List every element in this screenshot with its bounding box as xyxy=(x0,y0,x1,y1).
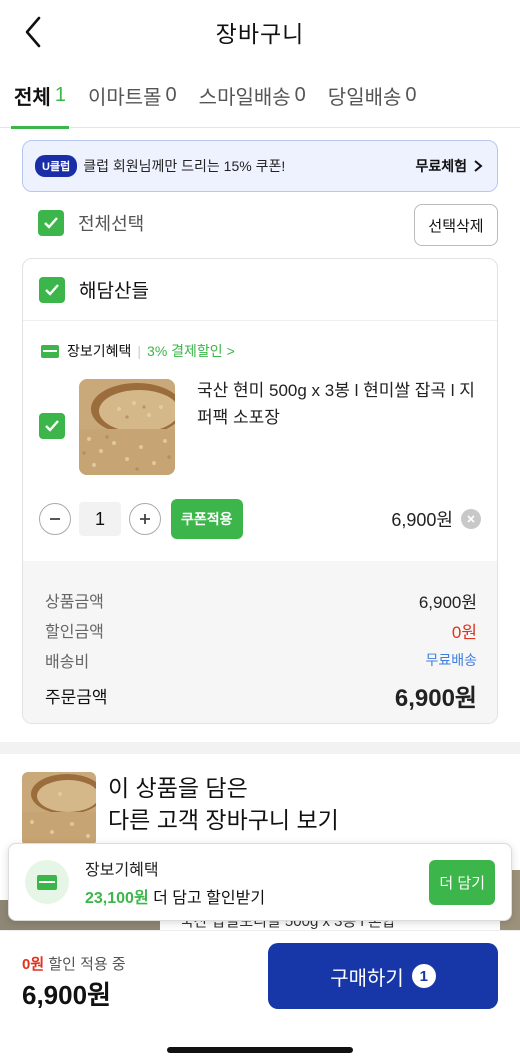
tab-smile-delivery[interactable]: 스마일배송 0 xyxy=(199,64,306,128)
tab-label: 이마트몰 xyxy=(87,87,162,109)
summary-value: 0원 xyxy=(451,622,477,642)
check-icon xyxy=(45,420,59,432)
discount-applied-label: 할인 적용 중 xyxy=(48,956,126,973)
quantity-value[interactable]: 1 xyxy=(79,502,121,536)
add-more-button[interactable]: 더 담기 xyxy=(429,859,495,905)
uclub-coupon-banner[interactable]: U클럽 클럽 회원님께만 드리는 15% 쿠폰! 무료체험 xyxy=(22,140,498,192)
order-summary: 상품금액 6,900원 할인금액 0원 배송비 무료배송 주문금액 6,900원 xyxy=(23,561,497,723)
toast-title: 장보기혜택 xyxy=(85,862,159,879)
product-price-group: 6,900원 xyxy=(391,506,481,532)
toast-amount: 23,100원 xyxy=(85,890,149,907)
summary-product-amount: 상품금액 6,900원 xyxy=(45,585,477,615)
banner-text: 클럽 회원님께만 드리는 15% 쿠폰! xyxy=(83,158,286,174)
summary-label: 배송비 xyxy=(45,654,90,671)
divider: | xyxy=(137,343,142,359)
tab-all[interactable]: 전체 1 xyxy=(11,64,69,129)
store-checkbox[interactable] xyxy=(39,276,65,303)
free-trial-label: 무료체험 xyxy=(415,158,467,174)
page-title: 장바구니 xyxy=(215,21,305,47)
benefit-row: 장보기혜택 | 3% 결제할인 > xyxy=(41,341,235,361)
store-header: 해담산들 xyxy=(23,259,497,321)
uclub-badge: U클럽 xyxy=(35,155,78,177)
quantity-row: 1 쿠폰적용 6,900원 xyxy=(39,499,481,539)
tab-count: 0 xyxy=(294,84,306,106)
summary-discount: 할인금액 0원 xyxy=(45,615,477,645)
recommendation-title: 이 상품을 담은 다른 고객 장바구니 보기 xyxy=(108,772,339,846)
tab-label: 전체 xyxy=(14,87,51,109)
summary-label: 주문금액 xyxy=(45,687,108,707)
decrease-quantity-button[interactable] xyxy=(39,503,71,535)
chevron-left-icon xyxy=(25,16,41,48)
checkout-bar: 0원 할인 적용 중 6,900원 구매하기 1 xyxy=(0,930,520,1063)
remove-item-button[interactable] xyxy=(461,509,481,529)
tab-count: 1 xyxy=(54,84,66,106)
payment-discount-link[interactable]: 3% 결제할인 > xyxy=(147,341,235,361)
delete-selected-button[interactable]: 선택삭제 xyxy=(414,204,498,246)
tab-emart-mall[interactable]: 이마트몰 0 xyxy=(88,64,177,128)
tab-bar: 전체 1 이마트몰 0 스마일배송 0 당일배송 0 xyxy=(0,64,520,129)
summary-label: 상품금액 xyxy=(45,594,104,611)
discount-status: 0원 할인 적용 중 xyxy=(22,953,126,974)
summary-value: 무료배송 xyxy=(425,652,477,668)
free-trial-link[interactable]: 무료체험 xyxy=(415,156,485,176)
summary-value: 6,900원 xyxy=(418,592,477,612)
tab-count: 0 xyxy=(405,84,417,106)
check-icon xyxy=(44,217,58,229)
recommendation-title-line2: 다른 고객 장바구니 보기 xyxy=(108,807,339,833)
plus-icon xyxy=(140,514,150,524)
select-all-row: 전체선택 xyxy=(38,210,144,236)
wallet-icon xyxy=(41,344,59,358)
recommendation-title-line1: 이 상품을 담은 xyxy=(108,775,248,801)
checkout-total: 6,900원 xyxy=(22,980,111,1010)
back-button[interactable] xyxy=(18,14,48,50)
toast-message: 23,100원 더 담고 할인받기 xyxy=(85,884,429,908)
top-bar: 장바구니 xyxy=(0,0,520,64)
purchase-count-badge: 1 xyxy=(411,964,436,988)
check-icon xyxy=(45,283,59,296)
benefit-toast: 장보기혜택 23,100원 더 담고 할인받기 더 담기 xyxy=(8,843,512,921)
summary-value: 6,900원 xyxy=(394,684,477,712)
discount-applied-value: 0원 xyxy=(22,956,45,973)
tab-label: 스마일배송 xyxy=(198,87,291,109)
increase-quantity-button[interactable] xyxy=(129,503,161,535)
apply-coupon-button[interactable]: 쿠폰적용 xyxy=(171,499,243,539)
section-divider xyxy=(0,742,520,754)
wallet-icon xyxy=(25,860,69,904)
recommendation-header[interactable]: 이 상품을 담은 다른 고객 장바구니 보기 xyxy=(22,772,339,846)
toast-text: 장보기혜택 23,100원 더 담고 할인받기 xyxy=(85,856,429,908)
summary-order-total: 주문금액 6,900원 xyxy=(45,677,477,713)
tab-label: 당일배송 xyxy=(327,87,402,109)
recommendation-image xyxy=(22,772,96,846)
product-name[interactable]: 국산 현미 500g x 3봉 l 현미쌀 잡곡 l 지퍼팩 소포장 xyxy=(197,377,487,431)
tab-same-day-delivery[interactable]: 당일배송 0 xyxy=(328,64,417,128)
minus-icon xyxy=(50,518,60,520)
product-price: 6,900원 xyxy=(391,510,453,530)
select-all-label: 전체선택 xyxy=(78,214,145,234)
toast-suffix: 더 담고 할인받기 xyxy=(153,890,266,907)
close-icon xyxy=(467,515,475,523)
summary-shipping: 배송비 무료배송 xyxy=(45,645,477,675)
purchase-button[interactable]: 구매하기 1 xyxy=(268,943,498,1009)
home-indicator xyxy=(167,1047,353,1053)
store-name: 해담산들 xyxy=(79,281,149,302)
purchase-label: 구매하기 xyxy=(330,967,404,990)
chevron-right-icon xyxy=(474,160,483,172)
select-all-checkbox[interactable] xyxy=(38,210,64,236)
store-cart-card: 해담산들 장보기혜택 | 3% 결제할인 > 국산 현미 500g x 3봉 l… xyxy=(22,258,498,724)
product-image[interactable] xyxy=(79,379,175,475)
product-checkbox[interactable] xyxy=(39,413,65,439)
summary-label: 할인금액 xyxy=(45,624,104,641)
tab-count: 0 xyxy=(165,84,177,106)
benefit-label: 장보기혜택 xyxy=(67,343,132,359)
